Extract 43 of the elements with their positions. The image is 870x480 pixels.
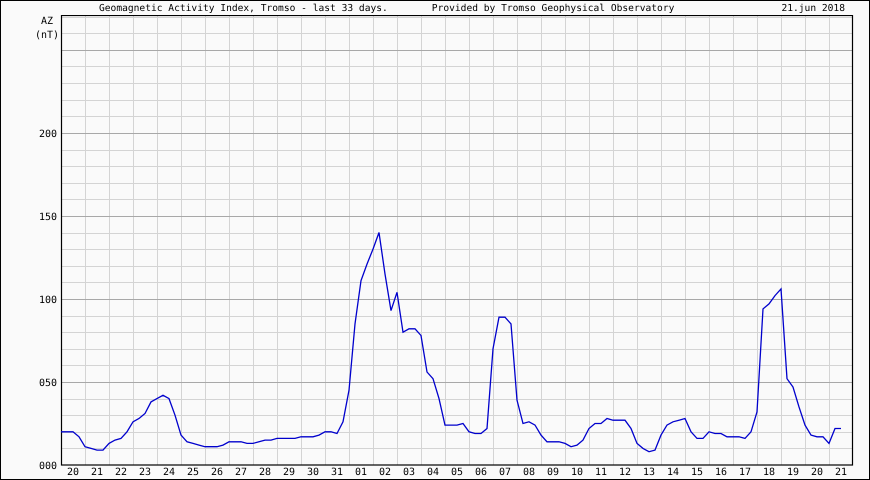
axis-label: 25 — [186, 467, 200, 478]
axis-label: 16 — [714, 467, 728, 478]
axis-label: 21 — [90, 467, 104, 478]
axis-label: 22 — [114, 467, 128, 478]
axis-label: 11 — [594, 467, 608, 478]
axis-label: 31 — [330, 467, 344, 478]
axis-label: 03 — [402, 467, 416, 478]
axis-label: 23 — [138, 467, 152, 478]
axis-label: 29 — [282, 467, 296, 478]
axis-label: 07 — [498, 467, 512, 478]
axis-label: 050 — [38, 378, 57, 389]
axis-label: 28 — [258, 467, 272, 478]
axis-label: 100 — [38, 294, 57, 306]
axis-label: 21 — [834, 467, 848, 478]
axis-label: 19 — [786, 467, 800, 478]
axis-label: 06 — [474, 467, 488, 478]
chart-title: Geomagnetic Activity Index, Tromso - last 33 days. — [99, 2, 388, 14]
axis-label: 20 — [66, 467, 80, 478]
axis-label: 18 — [762, 467, 776, 478]
axis-label: 27 — [234, 467, 248, 478]
axis-label: 01 — [354, 467, 368, 478]
axis-unit: (nT) — [34, 30, 60, 41]
axis-label: 26 — [210, 467, 224, 478]
axis-label: 02 — [378, 467, 392, 478]
axis-label: 12 — [618, 467, 632, 478]
axis-label: 04 — [426, 467, 440, 478]
axis-title: AZ — [40, 16, 54, 27]
axis-label: 14 — [666, 467, 680, 478]
provider-text: Provided by Tromso Geophysical Observatory — [432, 2, 674, 14]
axis-label: 150 — [38, 212, 57, 223]
axis-label: 08 — [522, 467, 536, 478]
chart-date: 21.jun 2018 — [781, 2, 845, 14]
axis-label: 13 — [642, 467, 656, 478]
axis-label: 24 — [162, 467, 176, 478]
axis-label: 10 — [570, 467, 584, 478]
axis-label: 200 — [38, 128, 57, 140]
axis-label: 15 — [690, 467, 704, 478]
axis-label: 05 — [450, 467, 464, 478]
axis-label: 17 — [738, 467, 752, 478]
axis-label: 000 — [38, 461, 57, 472]
axis-label: 09 — [546, 467, 560, 478]
axis-label: 20 — [810, 467, 824, 478]
axis-label: 30 — [306, 467, 320, 478]
